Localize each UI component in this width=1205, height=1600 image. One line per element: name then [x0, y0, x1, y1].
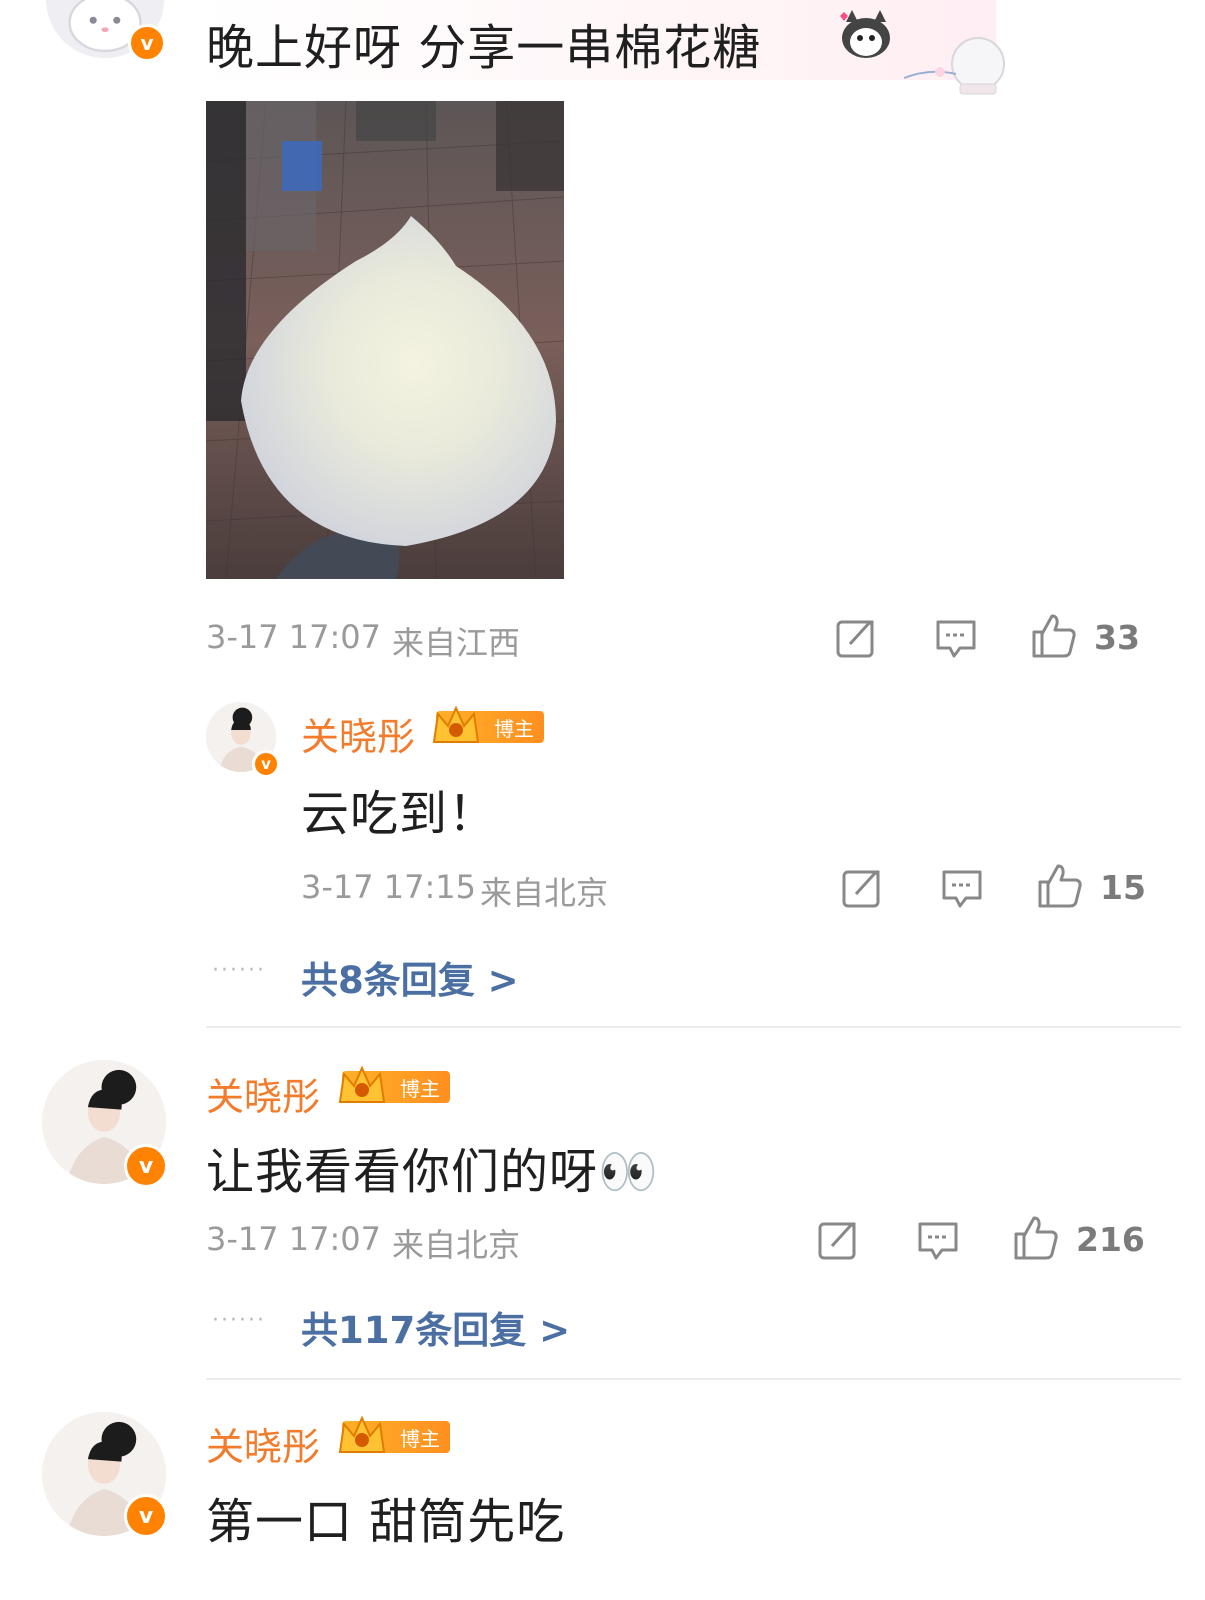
- more-replies-link[interactable]: 共8条回复 >: [301, 950, 519, 1004]
- reply-username[interactable]: 关晓彤: [301, 706, 415, 761]
- divider: [206, 1378, 1181, 1380]
- divider: [206, 1026, 1181, 1028]
- comment-2-text: 让我看看你们的呀👀: [206, 1144, 659, 1200]
- comment-3-text: 第一口 甜筒先吃: [206, 1494, 566, 1550]
- top-comment-text: 晚上好呀 分享一串棉花糖: [206, 20, 762, 76]
- comment-icon[interactable]: [940, 866, 984, 910]
- host-badge-label: 博主: [494, 716, 534, 741]
- reply-time: 3-17 17:15: [301, 868, 477, 906]
- verified-icon: v: [252, 750, 280, 778]
- top-comment-time: 3-17 17:07: [206, 618, 382, 656]
- host-badge-label: 博主: [400, 1076, 440, 1101]
- repost-icon[interactable]: [834, 616, 878, 660]
- cat-sticker-icon: [836, 8, 892, 60]
- thread-dots: ······: [212, 958, 266, 983]
- like-icon[interactable]: [1030, 612, 1078, 660]
- crown-icon: [338, 1415, 386, 1453]
- crown-icon: [338, 1065, 386, 1103]
- repost-icon[interactable]: [816, 1218, 860, 1262]
- like-icon[interactable]: [1012, 1214, 1060, 1262]
- snow-globe-sticker-icon: [900, 28, 1010, 96]
- more-replies-link[interactable]: 共117条回复 >: [301, 1300, 570, 1354]
- host-badge: 博主: [338, 1415, 450, 1453]
- reply-text: 云吃到！: [301, 786, 498, 842]
- reply-location: 来自北京: [480, 874, 609, 912]
- comment-2-username[interactable]: 关晓彤: [206, 1066, 320, 1121]
- repost-icon[interactable]: [840, 866, 884, 910]
- host-badge: 博主: [432, 705, 544, 743]
- verified-icon: v: [128, 24, 166, 62]
- verified-icon: v: [124, 1494, 168, 1538]
- comment-icon[interactable]: [934, 616, 978, 660]
- comment-2-like-count: 216: [1076, 1220, 1145, 1259]
- top-comment-like-count: 33: [1094, 618, 1140, 657]
- comment-2-location: 来自北京: [392, 1226, 521, 1264]
- host-badge: 博主: [338, 1065, 450, 1103]
- comment-icon[interactable]: [916, 1218, 960, 1262]
- crown-icon: [432, 705, 480, 743]
- verified-icon: v: [124, 1144, 168, 1188]
- comment-3-username[interactable]: 关晓彤: [206, 1416, 320, 1471]
- thread-dots: ······: [212, 1308, 266, 1333]
- comment-2-time: 3-17 17:07: [206, 1220, 382, 1258]
- top-comment-location: 来自江西: [392, 624, 521, 662]
- reply-like-count: 15: [1100, 868, 1146, 907]
- host-badge-label: 博主: [400, 1426, 440, 1451]
- cotton-candy-photo[interactable]: [206, 101, 564, 579]
- like-icon[interactable]: [1036, 862, 1084, 910]
